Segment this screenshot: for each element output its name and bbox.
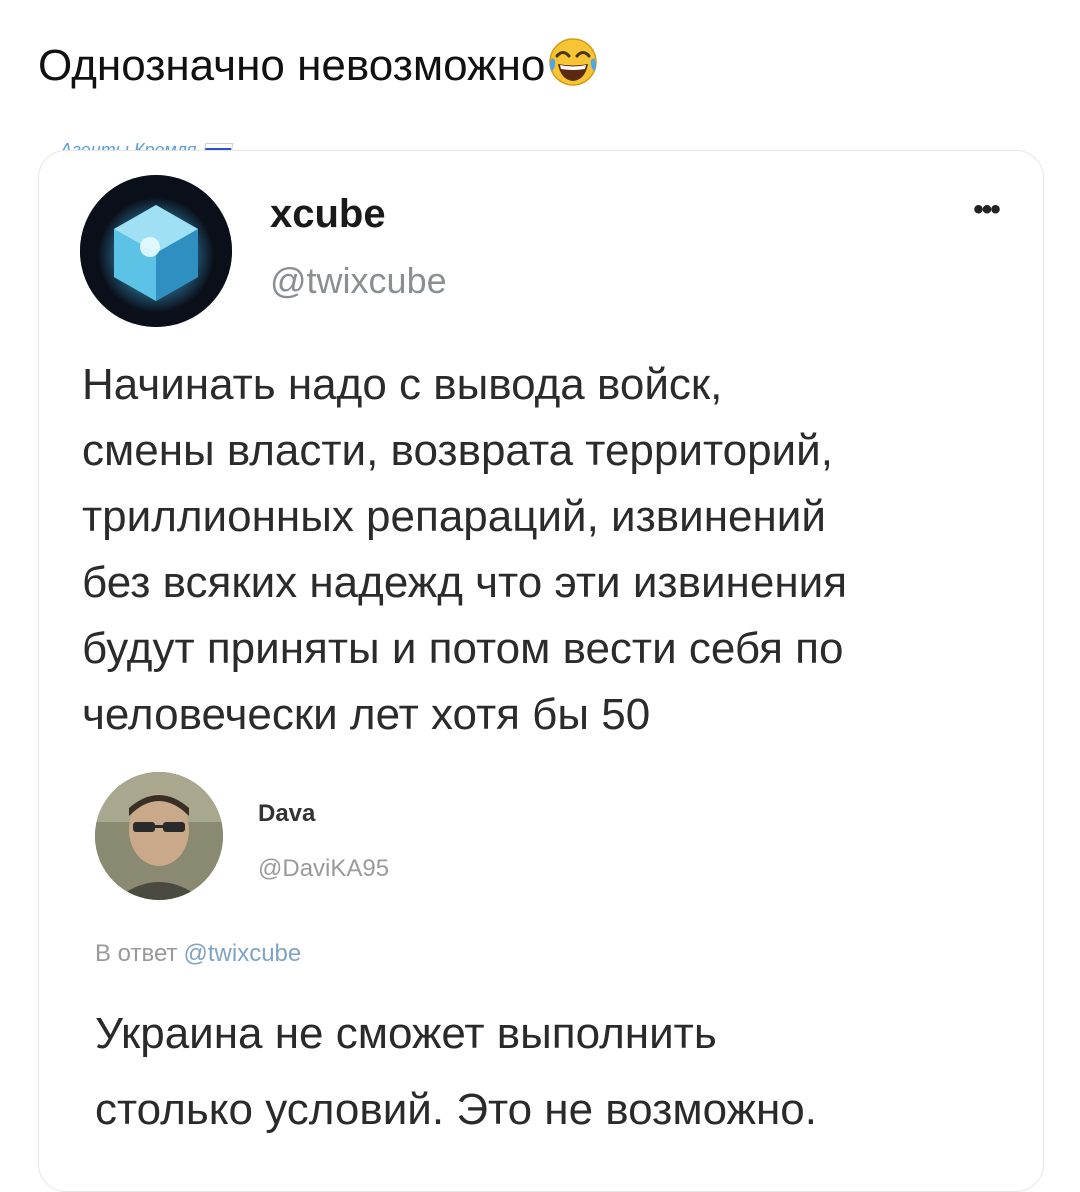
tweet-author-name[interactable]: xcube xyxy=(270,192,386,237)
tweet-text-line: без всяких надежд что эти извинения xyxy=(82,558,848,607)
replying-to-label: В ответ xyxy=(95,940,178,967)
tweet-text-line: Начинать надо с вывода войск, xyxy=(82,360,723,409)
tweet-author-handle[interactable]: @twixcube xyxy=(270,260,447,302)
reply-text-line: Украина не сможет выполнить xyxy=(95,1009,717,1058)
tweet-text-line: смены власти, возврата территорий, xyxy=(82,426,833,475)
tweet-text-line: будут приняты и потом вести себя по xyxy=(82,624,844,673)
reply-author-handle[interactable]: @DaviKA95 xyxy=(258,855,389,883)
xcube-avatar[interactable] xyxy=(80,175,232,327)
replying-to-line: В ответ @twixcube xyxy=(95,940,301,968)
post-caption: Однозначно невозможно xyxy=(38,36,599,96)
tweet-text-line: человечески лет хотя бы 50 xyxy=(82,690,651,739)
reply-text: Украина не сможет выполнить столько усло… xyxy=(95,996,1035,1148)
tweet-text-line: триллионных репараций, извинений xyxy=(82,492,826,541)
reply-text-line: столько условий. Это не возможно. xyxy=(95,1085,817,1134)
reply-author-name[interactable]: Dava xyxy=(258,800,315,828)
tweet-text: Начинать надо с вывода войск, смены влас… xyxy=(82,352,1042,748)
dava-avatar[interactable] xyxy=(95,772,223,900)
caption-text: Однозначно невозможно xyxy=(38,41,546,90)
more-options-icon[interactable]: ••• xyxy=(958,195,1014,225)
tears-of-joy-emoji-icon xyxy=(547,36,599,88)
replying-to-mention[interactable]: @twixcube xyxy=(184,940,302,967)
